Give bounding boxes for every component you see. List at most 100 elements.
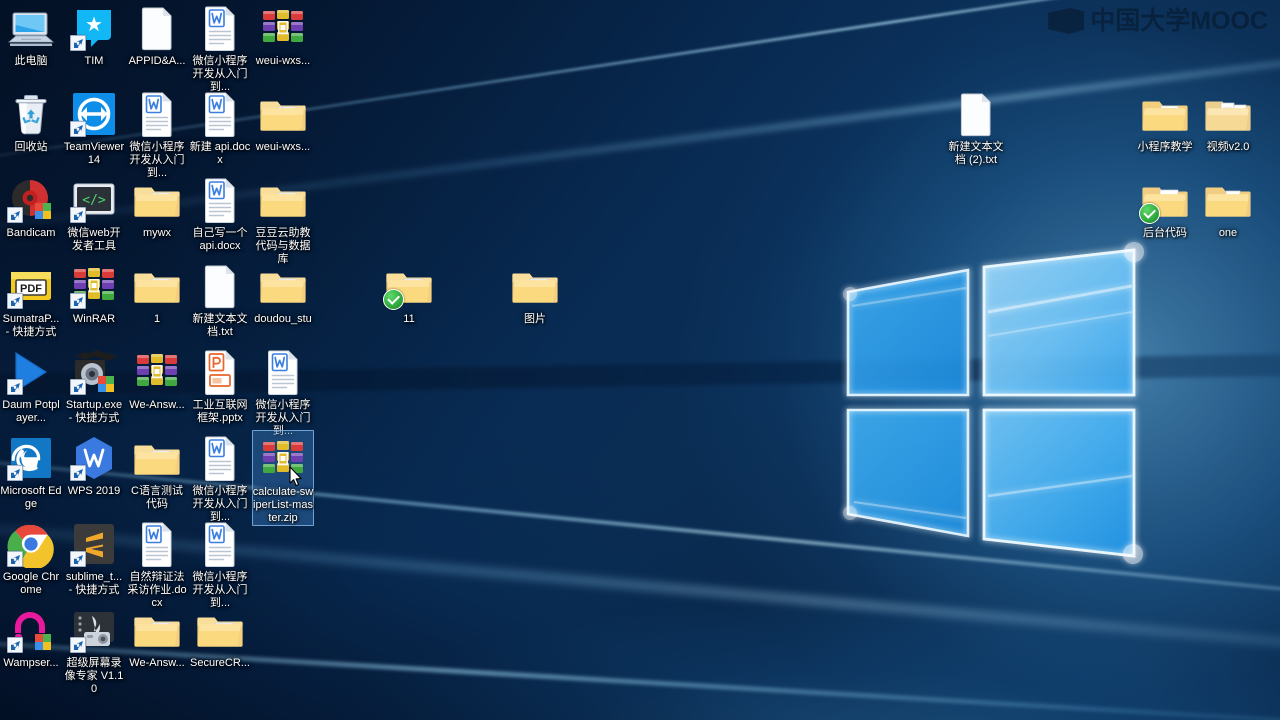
- shortcut-arrow-icon: [70, 379, 86, 395]
- desktop-icon[interactable]: sublime_t... - 快捷方式: [63, 516, 125, 597]
- powerpoint-icon: [196, 348, 244, 396]
- desktop-icon[interactable]: Bandicam: [0, 172, 62, 240]
- desktop-icon-label: WPS 2019: [67, 485, 121, 497]
- desktop-icon[interactable]: C语言测试代码: [126, 430, 188, 511]
- desktop-icon[interactable]: 此电脑: [0, 0, 62, 68]
- desktop-icon[interactable]: TeamViewer 14: [63, 86, 125, 167]
- desktop-icon[interactable]: one: [1197, 172, 1259, 240]
- desktop-icon[interactable]: 新建文本文档.txt: [189, 258, 251, 339]
- desktop-icon[interactable]: Microsoft Edge: [0, 430, 62, 511]
- folder-icon: [259, 176, 307, 224]
- desktop-icon-label: Startup.exe - 快捷方式: [65, 399, 123, 424]
- winrar-archive-icon: [70, 262, 118, 310]
- desktop-icon[interactable]: weui-wxs...: [252, 86, 314, 154]
- desktop-icon[interactable]: 视频v2.0: [1197, 86, 1259, 154]
- this-pc-icon: [7, 4, 55, 52]
- desktop-icon[interactable]: 后台代码: [1134, 172, 1196, 240]
- shortcut-arrow-icon: [7, 551, 23, 567]
- wps-icon: [70, 434, 118, 482]
- desktop-icon[interactable]: 工业互联网框架.pptx: [189, 344, 251, 425]
- desktop-icon[interactable]: 回收站: [0, 86, 62, 154]
- desktop[interactable]: 中国大学MOOC 此电脑 TIM APPID&A... 微信小程序开发从入门到.…: [0, 0, 1280, 720]
- shortcut-arrow-icon: [7, 465, 23, 481]
- desktop-icon-label: 1: [153, 313, 161, 325]
- shortcut-arrow-icon: [7, 637, 23, 653]
- desktop-icon[interactable]: APPID&A...: [126, 0, 188, 68]
- desktop-icon[interactable]: Daum Potplayer...: [0, 344, 62, 425]
- sync-check-icon: [383, 289, 404, 310]
- desktop-icon[interactable]: 自己写一个 api.docx: [189, 172, 251, 253]
- desktop-icon[interactable]: 微信小程序开发从入门到...: [189, 0, 251, 94]
- desktop-icon[interactable]: 11: [378, 258, 440, 326]
- text-file-icon: [952, 90, 1000, 138]
- desktop-icon[interactable]: We-Answ...: [126, 344, 188, 412]
- desktop-icon[interactable]: 小程序教学: [1134, 86, 1196, 154]
- folder-icon: [259, 90, 307, 138]
- mooc-watermark: 中国大学MOOC: [1048, 8, 1268, 34]
- sync-check-icon: [1139, 203, 1160, 224]
- desktop-icon-label: SumatraP... - 快捷方式: [2, 313, 60, 338]
- desktop-icon[interactable]: mywx: [126, 172, 188, 240]
- word-doc-icon: [196, 434, 244, 482]
- desktop-icon-label: 11: [403, 313, 415, 325]
- word-doc-icon: [133, 90, 181, 138]
- desktop-icon-label: 小程序教学: [1137, 141, 1193, 153]
- word-doc-icon: [196, 4, 244, 52]
- desktop-icon[interactable]: 超级屏幕录像专家 V1.10: [63, 602, 125, 696]
- desktop-icon[interactable]: SecureCR...: [189, 602, 251, 670]
- desktop-icon[interactable]: 微信小程序开发从入门到...: [252, 344, 314, 438]
- desktop-icon-label: 微信web开发者工具: [67, 227, 121, 252]
- devtools-icon: </>: [70, 176, 118, 224]
- shortcut-arrow-icon: [7, 379, 23, 395]
- word-doc-icon: [196, 90, 244, 138]
- desktop-icon-label: Bandicam: [6, 227, 56, 239]
- shortcut-arrow-icon: [70, 121, 86, 137]
- desktop-icon-label: TIM: [84, 55, 104, 67]
- desktop-icon-label: 新建文本文档.txt: [192, 313, 248, 338]
- desktop-icon[interactable]: 自然辩证法采访作业.docx: [126, 516, 188, 610]
- desktop-icon-label: 新建文本文档 (2).txt: [948, 141, 1004, 166]
- mooc-watermark-text: 中国大学MOOC: [1090, 6, 1268, 35]
- desktop-icon[interactable]: </> 微信web开发者工具: [63, 172, 125, 253]
- text-file-icon: [196, 262, 244, 310]
- desktop-icon-label: Google Chrome: [2, 571, 60, 596]
- desktop-icon[interactable]: 微信小程序开发从入门到...: [189, 430, 251, 524]
- desktop-icon[interactable]: calculate-swiperList-master.zip: [252, 430, 314, 526]
- desktop-icon[interactable]: 微信小程序开发从入门到...: [126, 86, 188, 180]
- desktop-icon-label: 此电脑: [14, 55, 48, 67]
- desktop-icon-label: weui-wxs...: [255, 141, 311, 153]
- shortcut-arrow-icon: [70, 207, 86, 223]
- desktop-icon[interactable]: Wampser...: [0, 602, 62, 670]
- desktop-icon[interactable]: weui-wxs...: [252, 0, 314, 68]
- shortcut-arrow-icon: [70, 35, 86, 51]
- screen-recorder-icon: [70, 606, 118, 654]
- desktop-icon[interactable]: WPS 2019: [63, 430, 125, 498]
- sublime-text-icon: [70, 520, 118, 568]
- desktop-icon[interactable]: 微信小程序开发从入门到...: [189, 516, 251, 610]
- desktop-icon[interactable]: 新建 api.docx: [189, 86, 251, 167]
- desktop-icon[interactable]: Google Chrome: [0, 516, 62, 597]
- desktop-icon[interactable]: 图片: [504, 258, 566, 326]
- sumatra-pdf-icon: PDF: [7, 262, 55, 310]
- desktop-icon[interactable]: We-Answ...: [126, 602, 188, 670]
- folder-icon: [383, 262, 433, 310]
- desktop-icon[interactable]: PDF SumatraP... - 快捷方式: [0, 258, 62, 339]
- desktop-icon[interactable]: 新建文本文档 (2).txt: [945, 86, 1007, 167]
- desktop-icon-label: TeamViewer 14: [63, 141, 125, 166]
- shortcut-arrow-icon: [7, 207, 23, 223]
- desktop-icon[interactable]: doudou_stu: [252, 258, 314, 326]
- desktop-icon-label: Daum Potplayer...: [2, 399, 60, 424]
- desktop-icon[interactable]: 豆豆云助教代码与数据库: [252, 172, 314, 266]
- bandicam-icon: [7, 176, 55, 224]
- desktop-icon-label: 工业互联网框架.pptx: [192, 399, 248, 424]
- folder-icon: [511, 262, 559, 310]
- desktop-icon[interactable]: 1: [126, 258, 188, 326]
- desktop-icon-label: 视频v2.0: [1206, 141, 1250, 153]
- shortcut-arrow-icon: [7, 293, 23, 309]
- shortcut-arrow-icon: [70, 551, 86, 567]
- desktop-icon[interactable]: TIM: [63, 0, 125, 68]
- shortcut-arrow-icon: [70, 465, 86, 481]
- recycle-bin-icon: [7, 90, 55, 138]
- desktop-icon[interactable]: WinRAR: [63, 258, 125, 326]
- desktop-icon[interactable]: Startup.exe - 快捷方式: [63, 344, 125, 425]
